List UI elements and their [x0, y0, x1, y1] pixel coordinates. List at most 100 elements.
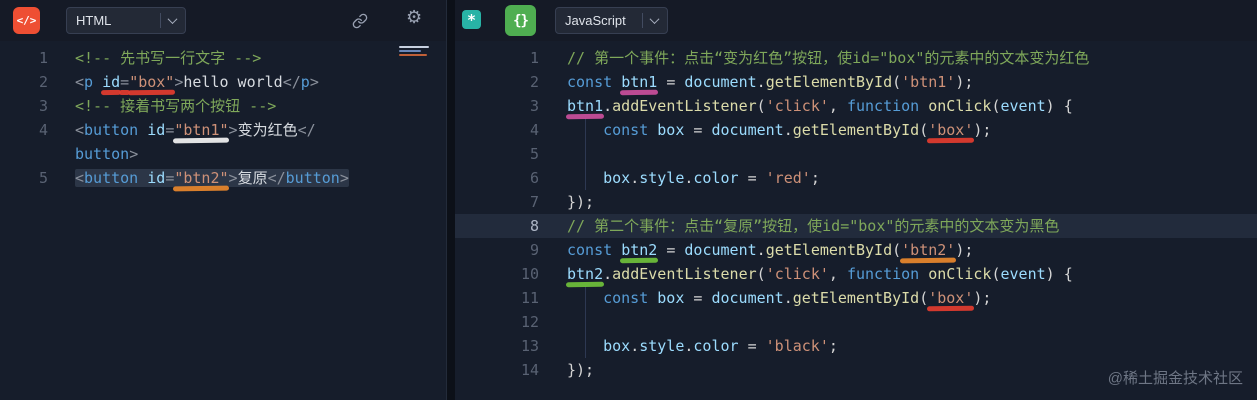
code-line[interactable]: 5 <button id="btn2">复原</button>	[0, 166, 446, 190]
indent-guide	[585, 334, 603, 358]
marker-underline-red: id	[102, 70, 120, 94]
code-token: getElementById	[792, 289, 920, 307]
code-token: ) {	[1045, 97, 1073, 115]
line-number: 5	[38, 169, 48, 187]
marker-underline-red: 'box'	[928, 286, 973, 310]
code-token: </	[297, 121, 316, 139]
code-text: box.style.color = 'red';	[567, 166, 820, 190]
code-text: // 第二个事件：点击“复原”按钮，使id="box"的元素中的文本变为黑色	[567, 214, 1059, 238]
code-token: color	[693, 337, 739, 355]
line-number: 2	[38, 73, 48, 91]
marker-underline-green: btn2	[621, 238, 657, 262]
code-token: =	[738, 337, 766, 355]
code-token: .	[630, 169, 640, 187]
code-text: });	[567, 190, 594, 214]
code-token: 复原	[237, 169, 268, 187]
code-token: >	[228, 121, 238, 139]
code-token: ,	[828, 97, 847, 115]
code-line[interactable]: 5	[455, 142, 1257, 166]
code-line[interactable]: 9 const btn2 = document.getElementById('b…	[455, 238, 1257, 262]
code-line[interactable]: 1 // 第一个事件：点击“变为红色”按钮，使id="box"的元素中的文本变为红…	[455, 46, 1257, 70]
text-selection: <button id="btn2">复原</button>	[75, 169, 349, 187]
code-line[interactable]: 4 const box = document.getElementById('bo…	[455, 118, 1257, 142]
code-token: .	[630, 337, 640, 355]
html-lang-icon: </>	[13, 7, 40, 34]
code-text: const btn2 = document.getElementById('bt…	[567, 238, 973, 262]
code-line[interactable]: 13 box.style.color = 'black';	[455, 334, 1257, 358]
code-line[interactable]: 4 <button id="btn1">变为红色</	[0, 118, 446, 142]
html-code-editor[interactable]: 1 <!-- 先书写一行文字 --> 2 <p id="box">hello worl…	[0, 41, 446, 400]
marker-underline-red: 'box'	[928, 118, 973, 142]
marker-underline-pink: btn1	[567, 94, 603, 118]
code-text: <!-- 先书写一行文字 -->	[75, 46, 261, 70]
code-token: ;	[810, 169, 820, 187]
line-number: 9	[529, 241, 539, 259]
asterisk-badge-icon: *	[462, 10, 481, 29]
code-token: style	[639, 337, 685, 355]
share-link-icon[interactable]	[352, 13, 368, 29]
code-line[interactable]: 12	[455, 310, 1257, 334]
javascript-code-editor[interactable]: 1 // 第一个事件：点击“变为红色”按钮，使id="box"的元素中的文本变为红…	[455, 41, 1257, 400]
code-token: >	[309, 73, 319, 91]
code-line[interactable]: 3 btn1.addEventListener('click', function…	[455, 94, 1257, 118]
settings-gear-icon[interactable]: ⚙	[406, 9, 422, 27]
code-line[interactable]: 8 // 第二个事件：点击“复原”按钮，使id="box"的元素中的文本变为黑色	[455, 214, 1257, 238]
code-token: document	[711, 121, 784, 139]
code-line[interactable]: 1 <!-- 先书写一行文字 -->	[0, 46, 446, 70]
code-token: ,	[828, 265, 847, 283]
code-token: ) {	[1045, 265, 1073, 283]
line-number: 1	[529, 49, 539, 67]
indent-guide	[585, 286, 603, 310]
code-token: );	[955, 241, 974, 259]
code-token: );	[973, 289, 992, 307]
code-token: .	[756, 241, 766, 259]
code-token: const	[603, 289, 649, 307]
code-token: box	[603, 169, 631, 187]
line-number: 4	[38, 121, 48, 139]
code-token: function	[846, 97, 920, 115]
code-token: // 第一个事件：点击“变为红色”按钮，使id="box"的元素中的文本变为红色	[567, 49, 1090, 67]
code-token: addEventListener	[612, 97, 757, 115]
code-line[interactable]: 6 box.style.color = 'red';	[455, 166, 1257, 190]
indent-guide	[585, 118, 603, 142]
marker-underline-pink: btn1	[621, 70, 657, 94]
html-language-dropdown[interactable]: HTML	[66, 7, 186, 34]
chevron-down-icon	[167, 14, 178, 25]
code-token: (	[756, 265, 766, 283]
code-line[interactable]: 10 btn2.addEventListener('click', functio…	[455, 262, 1257, 286]
minimap-line	[399, 46, 429, 48]
javascript-language-dropdown[interactable]: JavaScript	[555, 7, 668, 34]
code-text: box.style.color = 'black';	[567, 334, 838, 358]
javascript-panel: * {} JavaScript 1 // 第一个事件：点击“变为红色”按钮，使id…	[455, 0, 1257, 400]
line-number: 1	[38, 49, 48, 67]
code-token: document	[684, 241, 757, 259]
code-token: .	[756, 73, 766, 91]
panel-splitter[interactable]	[447, 0, 455, 400]
code-token: <!-- 先书写一行文字 -->	[75, 49, 262, 67]
code-token: (	[756, 97, 766, 115]
code-token: });	[567, 361, 595, 379]
code-line[interactable]: 3 <!-- 接着书写两个按钮 -->	[0, 94, 446, 118]
code-line[interactable]: 11 const box = document.getElementById('b…	[455, 286, 1257, 310]
code-line[interactable]: 2 <p id="box">hello world</p>	[0, 70, 446, 94]
code-line[interactable]: 7});	[455, 190, 1257, 214]
code-token: });	[567, 193, 595, 211]
marker-underline-orange: "btn2"	[174, 166, 228, 190]
minimap[interactable]	[397, 44, 441, 60]
line-number: 6	[529, 169, 539, 187]
code-token: const	[567, 73, 613, 91]
line-number: 3	[529, 97, 539, 115]
code-token: .	[684, 169, 694, 187]
code-text: });	[567, 358, 594, 382]
code-token: const	[603, 121, 649, 139]
code-token: <	[75, 121, 85, 139]
code-token: >	[129, 145, 139, 163]
code-token: 变为红色	[237, 121, 298, 139]
code-line[interactable]: 2 const btn1 = document.getElementById('b…	[455, 70, 1257, 94]
code-token: button	[75, 145, 130, 163]
html-language-label: HTML	[76, 13, 112, 28]
code-line[interactable]: button>	[0, 142, 446, 166]
marker-underline-green: btn2	[567, 262, 603, 286]
code-text	[567, 310, 603, 334]
